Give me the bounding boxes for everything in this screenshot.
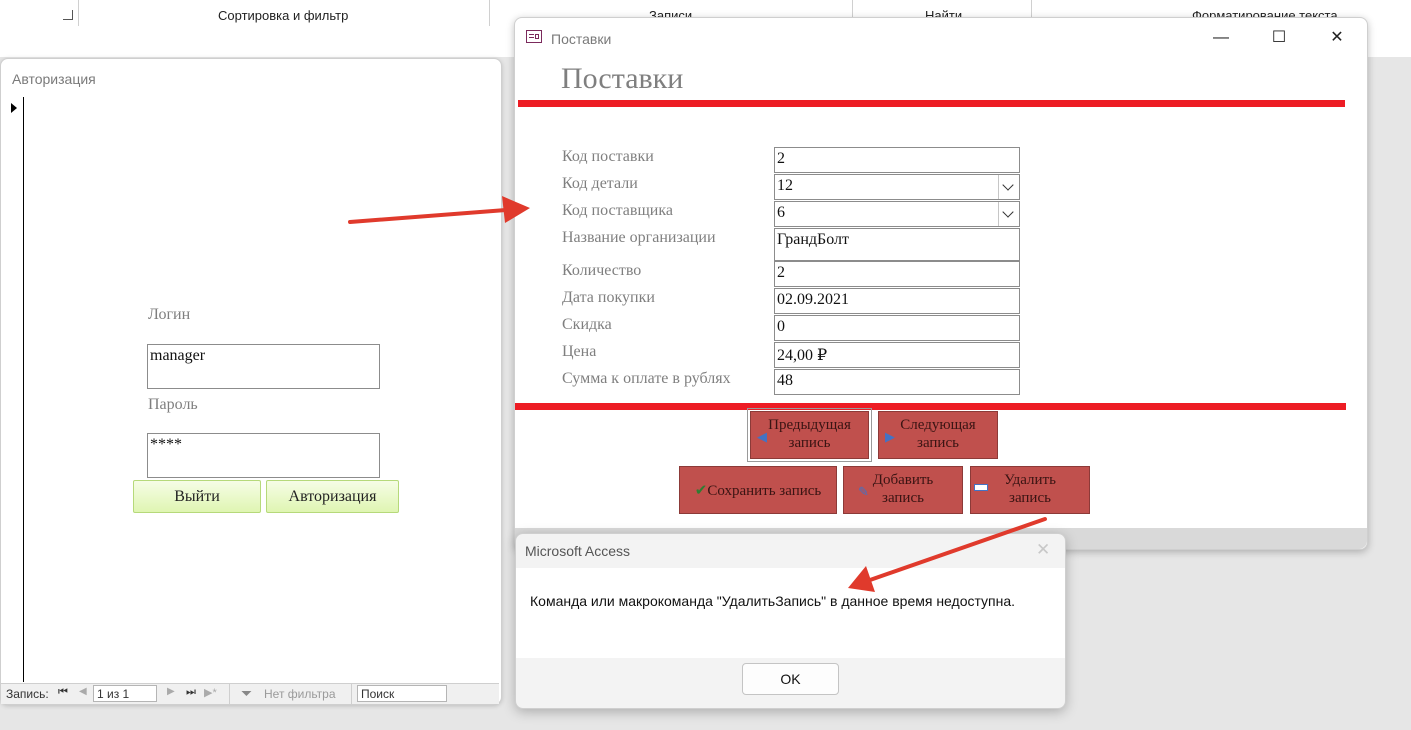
supplies-window-title: Поставки	[551, 31, 612, 47]
current-record-arrow-icon	[11, 103, 17, 113]
delete-record-icon	[974, 484, 988, 491]
field-label-supply-id: Код поставки	[562, 148, 654, 165]
prev-button-line2: запись	[788, 435, 831, 451]
ok-button[interactable]: OK	[742, 663, 839, 695]
form-heading: Поставки	[561, 62, 684, 95]
field-value: 0	[777, 318, 785, 335]
record-selector[interactable]	[1, 97, 24, 682]
chevron-down-icon[interactable]	[998, 202, 1019, 226]
record-position-input[interactable]: 1 из 1	[93, 685, 157, 702]
close-icon[interactable]: ✕	[1322, 24, 1352, 52]
price-input[interactable]: 24,00 ₽	[774, 342, 1020, 368]
last-record-icon[interactable]: ⏭	[186, 686, 196, 699]
nav-separator	[351, 684, 352, 704]
quantity-input[interactable]: 2	[774, 261, 1020, 287]
dialog-body	[516, 568, 1065, 658]
save-button-label: Сохранить запись	[707, 483, 822, 499]
dialog-title: Microsoft Access	[525, 543, 631, 559]
supplies-form-window: Поставки — ☐ ✕ Поставки Код поставки 2 К…	[514, 17, 1368, 550]
header-divider	[518, 100, 1345, 107]
field-value: 12	[777, 177, 793, 194]
first-record-icon[interactable]: ⏮	[58, 686, 68, 699]
field-label-supplier-id: Код поставщика	[562, 202, 673, 219]
arrow-left-icon: ◀	[757, 429, 767, 444]
minimize-icon[interactable]: —	[1206, 24, 1236, 52]
field-label-quantity: Количество	[562, 262, 642, 279]
form-window-icon	[526, 30, 542, 43]
login-label: Логин	[148, 306, 191, 323]
field-label-part-id: Код детали	[562, 175, 638, 192]
chevron-down-icon[interactable]	[998, 175, 1019, 199]
exit-button[interactable]: Выйти	[133, 480, 261, 513]
supply-id-input[interactable]: 2	[774, 147, 1020, 173]
auth-window: Авторизация Логин manager Пароль **** Вы…	[0, 58, 502, 705]
next-button-line2: запись	[917, 435, 959, 451]
field-label-price: Цена	[562, 343, 597, 360]
password-input[interactable]: ****	[147, 433, 380, 478]
supplier-id-combo[interactable]: 6	[774, 201, 1020, 227]
add-record-button[interactable]: ✎ Добавить запись	[843, 466, 963, 514]
next-record-icon[interactable]: ▶	[167, 686, 175, 697]
field-value: 02.09.2021	[777, 291, 849, 308]
delete-button-line2: запись	[1009, 490, 1051, 506]
authorize-button[interactable]: Авторизация	[266, 480, 399, 513]
filter-icon[interactable]: ⏷	[241, 685, 252, 702]
field-value: 6	[777, 204, 785, 221]
auth-window-title: Авторизация	[12, 71, 96, 87]
checkmark-icon: ✔	[694, 483, 708, 499]
maximize-icon[interactable]: ☐	[1264, 24, 1294, 52]
ribbon-group-clipboard-end	[0, 0, 79, 26]
part-id-combo[interactable]: 12	[774, 174, 1020, 200]
field-label-purchase-date: Дата покупки	[562, 289, 655, 306]
pencil-icon: ✎	[858, 484, 869, 499]
login-input[interactable]: manager	[147, 344, 380, 389]
password-label: Пароль	[148, 396, 198, 413]
save-record-button[interactable]: ✔Сохранить запись	[679, 466, 837, 514]
dialog-message: Команда или макрокоманда "УдалитьЗапись"…	[530, 593, 1016, 609]
field-value: 2	[777, 150, 785, 167]
next-button-line1: Следующая	[900, 417, 976, 433]
purchase-date-input[interactable]: 02.09.2021	[774, 288, 1020, 314]
close-icon[interactable]: ✕	[1036, 540, 1050, 560]
field-value: 48	[777, 372, 793, 389]
field-value: 24,00 ₽	[777, 347, 828, 364]
next-record-button[interactable]: ▶ Следующая запись	[878, 411, 998, 459]
search-input[interactable]: Поиск	[357, 685, 447, 702]
record-label: Запись:	[6, 687, 49, 701]
arrow-right-icon: ▶	[885, 429, 895, 444]
field-value: 2	[777, 264, 785, 281]
record-navigation-bar: Запись: ⏮ ◀ 1 из 1 ▶ ⏭ ▶* ⏷ Нет фильтра …	[1, 683, 499, 704]
org-name-input[interactable]: ГрандБолт	[774, 228, 1020, 261]
ribbon-group-label: Сортировка и фильтр	[218, 8, 349, 23]
total-input[interactable]: 48	[774, 369, 1020, 395]
field-label-org-name: Название организации	[562, 229, 716, 246]
nav-separator	[229, 684, 230, 704]
field-value: ГрандБолт	[777, 231, 849, 248]
new-record-icon[interactable]: ▶*	[204, 686, 217, 699]
prev-button-line1: Предыдущая	[768, 417, 851, 433]
prev-record-button[interactable]: ◀ Предыдущая запись	[747, 408, 872, 462]
ribbon-group-sort-filter: Сортировка и фильтр	[79, 0, 490, 26]
delete-record-button[interactable]: Удалить запись	[970, 466, 1090, 514]
error-dialog: Microsoft Access ✕ Команда или макрокома…	[515, 533, 1066, 709]
discount-input[interactable]: 0	[774, 315, 1020, 341]
filter-status[interactable]: Нет фильтра	[264, 687, 336, 701]
footer-divider	[515, 403, 1346, 410]
dialog-launcher-icon[interactable]	[63, 10, 73, 20]
prev-record-icon[interactable]: ◀	[79, 686, 87, 697]
field-label-discount: Скидка	[562, 316, 612, 333]
field-label-total: Сумма к оплате в рублях	[562, 370, 731, 387]
delete-button-line1: Удалить	[1004, 472, 1056, 488]
